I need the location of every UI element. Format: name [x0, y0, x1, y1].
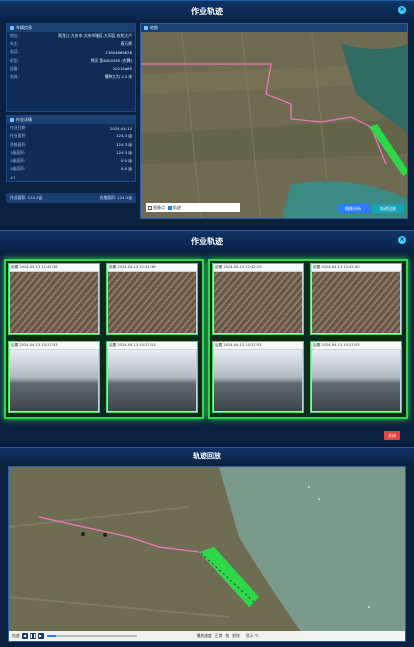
- photo-thumbnail[interactable]: 后置 2024-04-13 10:27:53: [8, 341, 100, 413]
- photo-group: 前置 2024-04-13 12:42:36 前置 2024-04-13 12:…: [4, 259, 204, 419]
- photo-thumbnail[interactable]: 前置 2024-04-13 12:42:36: [8, 263, 100, 335]
- satellite-map[interactable]: [9, 467, 406, 642]
- speed-option-fast[interactable]: 快: [225, 633, 229, 639]
- pause-icon[interactable]: ❚❚: [29, 633, 36, 639]
- trajectory-panel: 作业轨迹 × 车辆信息 地址: 黑龙江-大庆市-大庆市辖区-大同区-农机大户 车主…: [0, 0, 414, 226]
- photo-group: 前置 2024-04-13 12:42:25 前置 2024-04-13 12:…: [208, 259, 408, 419]
- panel-title-bar: 作业轨迹 ×: [0, 1, 414, 21]
- photo-thumbnail[interactable]: 前置 2024-04-13 12:42:36: [106, 263, 198, 335]
- speed-label: 播放速度: [196, 633, 212, 638]
- previous-icon[interactable]: ◀: [21, 633, 28, 639]
- close-icon[interactable]: ×: [398, 6, 406, 14]
- trajectory-playback-button[interactable]: 轨迹回放: [372, 204, 404, 213]
- detail-row: 作业日期: 2024-04-13: [10, 125, 132, 131]
- vehicle-info-card: 车辆信息 地址: 黑龙江-大庆市-大庆市辖区-大同区-农机大户 车主: 袁万辉 电话…: [6, 23, 136, 113]
- speed-option-normal[interactable]: 正常: [215, 633, 223, 639]
- info-row: 机型: 悍沃 凯6000395 (东腾): [10, 57, 132, 63]
- summary-bar: 作业面积: 124.3亩 合格面积: 124.3亩: [6, 193, 136, 203]
- list-icon: [10, 118, 14, 123]
- detail-row: 合格面积: 124.3 亩: [10, 141, 132, 147]
- next-icon[interactable]: ▶: [37, 633, 44, 639]
- playback-controls: 倍速 ◀ ❚❚ ▶ 播放速度 正常 快 很快 显示 ℃: [9, 631, 405, 641]
- image-point-checkbox[interactable]: [148, 205, 152, 210]
- image-analysis-button[interactable]: 图像分析: [337, 204, 369, 213]
- panel-title-bar: 作业轨迹 ×: [0, 231, 414, 251]
- info-row: 车主: 袁万辉: [10, 41, 132, 47]
- speed-option-very-fast[interactable]: 很快: [232, 633, 240, 639]
- detail-row: 2级面积: 0.0 亩: [10, 157, 132, 163]
- vehicle-marker: [103, 533, 107, 537]
- map-view[interactable]: 地图 图像分析 轨迹回放: [140, 23, 408, 219]
- playback-panel: 轨迹回放 倍速 ◀ ❚❚ ▶ 播放速度 正常 快 很快 显示 ℃: [0, 447, 414, 647]
- work-detail-card: 作业详情 作业日期: 2024-04-13 作业面积: 124.3 亩 合格面积: 1…: [6, 115, 136, 183]
- photo-thumbnail[interactable]: 后置 2024-04-13 10:27:53: [212, 341, 304, 413]
- info-row: 农具: 播种大为 1.3 米: [10, 74, 132, 80]
- panel-title-bar: 轨迹回放: [0, 448, 414, 464]
- vehicle-info-header: 车辆信息: [16, 25, 32, 30]
- info-column: 车辆信息 地址: 黑龙江-大庆市-大庆市辖区-大同区-农机大户 车主: 袁万辉 电话…: [6, 23, 136, 185]
- info-row: 电话: 13604669828: [10, 49, 132, 55]
- panel-title: 轨迹回放: [193, 452, 221, 460]
- work-detail-header: 作业详情: [16, 117, 32, 123]
- vehicle-icon: [10, 26, 14, 30]
- panel-title: 作业轨迹: [191, 236, 223, 246]
- playback-slider[interactable]: [46, 635, 137, 637]
- panel-title: 作业轨迹: [191, 6, 223, 16]
- info-row: 地址: 黑龙江-大庆市-大庆市辖区-大同区-农机大户: [10, 33, 132, 39]
- speed-prefix: 倍速: [12, 633, 20, 638]
- record-index[interactable]: #1: [7, 173, 135, 181]
- satellite-map[interactable]: [141, 24, 408, 219]
- detail-row: 1级面积: 124.3 亩: [10, 149, 132, 155]
- close-icon[interactable]: ×: [398, 236, 406, 244]
- vehicle-marker: [81, 532, 85, 536]
- info-row: 设备: 10215a85: [10, 65, 132, 72]
- map-icon: [144, 26, 148, 30]
- map-header: 地图: [150, 25, 158, 30]
- detail-row: 作业面积: 124.3 亩: [10, 133, 132, 139]
- photo-thumbnail[interactable]: 前置 2024-04-13 12:42:40: [310, 263, 402, 335]
- playback-map[interactable]: 倍速 ◀ ❚❚ ▶ 播放速度 正常 快 很快 显示 ℃: [8, 466, 406, 642]
- close-button[interactable]: 关闭: [384, 431, 400, 440]
- photo-panel: 作业轨迹 × 前置 2024-04-13 12:42:36 前置 2024-04…: [0, 230, 414, 444]
- photo-grid: 前置 2024-04-13 12:42:36 前置 2024-04-13 12:…: [4, 259, 408, 440]
- photo-thumbnail[interactable]: 后置 2024-04-13 10:27:53: [106, 341, 198, 413]
- layer-checkboxes: 图像点 轨迹: [146, 203, 240, 212]
- track-checkbox[interactable]: [168, 205, 172, 210]
- detail-row: 3级面积: 0.0 亩: [10, 166, 132, 172]
- photo-thumbnail[interactable]: 前置 2024-04-13 12:42:25: [212, 263, 304, 335]
- photo-thumbnail[interactable]: 后置 2024-04-13 10:27:53: [310, 341, 402, 413]
- summary-area: 作业面积: 124.3亩: [10, 195, 43, 200]
- summary-qualified: 合格面积: 124.3亩: [99, 195, 132, 200]
- display-toggle-label[interactable]: 显示 ℃: [246, 633, 259, 639]
